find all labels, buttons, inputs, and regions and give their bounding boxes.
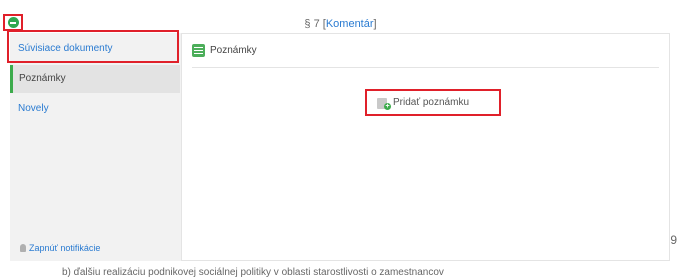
related-panel: Súvisiace dokumenty Poznámky Novely Zapn… (10, 33, 670, 261)
section-title: § 7 [Komentár] (304, 18, 377, 30)
document-text-line: b) ďalšiu realizáciu podnikovej sociálne… (62, 267, 444, 278)
page-fragment: 9 (670, 233, 677, 247)
notes-header: Poznámky (192, 44, 257, 57)
bell-icon (20, 244, 26, 252)
comment-link[interactable]: Komentár (326, 18, 374, 30)
sidebar-item-amendments[interactable]: Novely (10, 95, 180, 123)
sidebar: Súvisiace dokumenty Poznámky Novely Zapn… (10, 33, 180, 261)
sidebar-item-notes[interactable]: Poznámky (10, 65, 180, 93)
add-note-button[interactable]: + Pridať poznámku (365, 89, 501, 116)
highlight-box (7, 30, 179, 63)
divider (192, 67, 659, 68)
enable-notifications-link[interactable]: Zapnúť notifikácie (20, 243, 100, 253)
section-label: § 7 (304, 18, 320, 30)
notes-icon (192, 44, 205, 57)
notes-content: Poznámky + Pridať poznámku (181, 33, 670, 261)
add-note-icon: + (377, 96, 391, 110)
